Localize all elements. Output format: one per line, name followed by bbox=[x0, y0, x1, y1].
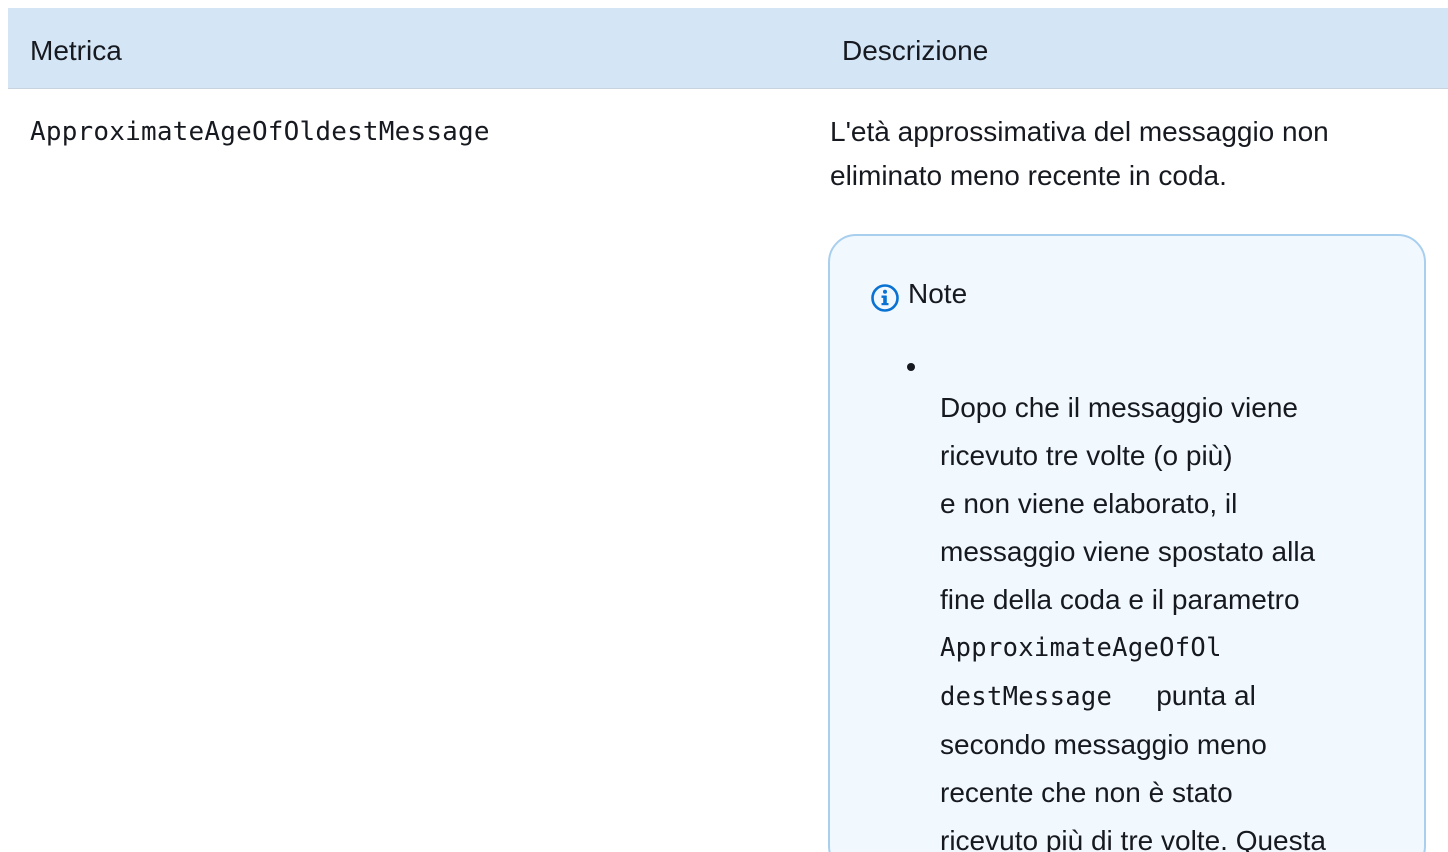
metric-name: ApproximateAgeOfOldestMessage bbox=[30, 117, 490, 147]
note-line: e non viene elaborato, il bbox=[940, 488, 1238, 519]
note-line: fine della coda e il parametro bbox=[940, 584, 1300, 615]
metric-description: L'età approssimativa del messaggio non e… bbox=[830, 110, 1410, 198]
note-line: ricevuto più di tre volte. Questa bbox=[940, 825, 1326, 852]
header-divider bbox=[8, 88, 1448, 89]
bullet-point bbox=[907, 363, 915, 371]
note-title: Note bbox=[908, 278, 968, 309]
note-code-line: destMessage punta al bbox=[940, 672, 1410, 721]
note-callout: Note Dopo che il messaggio viene ricevut… bbox=[828, 234, 1426, 852]
column-header-description: Descrizione bbox=[842, 35, 989, 66]
table-header: Metrica Descrizione bbox=[8, 8, 1448, 88]
column-header-metric: Metrica bbox=[30, 35, 122, 66]
info-icon bbox=[871, 284, 899, 312]
note-line: messaggio viene spostato alla bbox=[940, 536, 1316, 567]
note-line: ricevuto tre volte (o più) bbox=[940, 440, 1233, 471]
description-line: L'età approssimativa del messaggio non bbox=[830, 116, 1329, 147]
note-code-line: ApproximateAgeOfOl bbox=[940, 633, 1222, 663]
note-inline-text: punta al bbox=[1156, 680, 1256, 711]
note-line: Dopo che il messaggio viene bbox=[940, 392, 1298, 423]
note-line: secondo messaggio meno bbox=[940, 729, 1267, 760]
note-body: Dopo che il messaggio viene ricevuto tre… bbox=[940, 384, 1410, 852]
documentation-page: Metrica Descrizione ApproximateAgeOfOlde… bbox=[0, 0, 1448, 852]
note-line: recente che non è stato bbox=[940, 777, 1233, 808]
code-text: destMessage bbox=[940, 682, 1113, 712]
description-line: eliminato meno recente in coda. bbox=[830, 160, 1227, 191]
